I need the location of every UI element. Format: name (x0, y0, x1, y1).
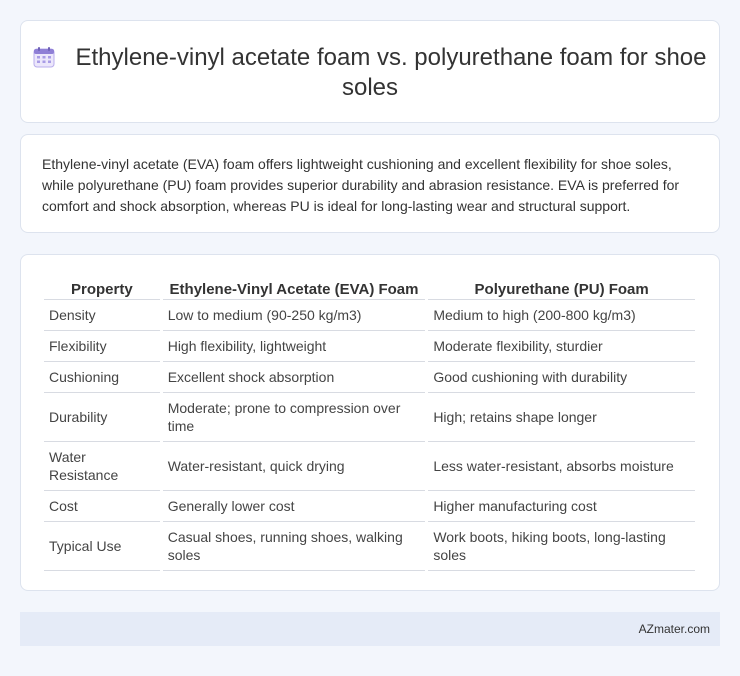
page-title: Ethylene-vinyl acetate foam vs. polyuret… (75, 44, 707, 101)
cell-pu: High; retains shape longer (428, 393, 695, 442)
cell-property: Density (44, 300, 160, 331)
cell-eva: Water-resistant, quick drying (162, 442, 426, 491)
calendar-icon (33, 47, 55, 68)
cell-property: Cost (44, 491, 160, 522)
table-row: Durability Moderate; prone to compressio… (44, 393, 695, 442)
header-property: Property (44, 275, 160, 300)
cell-eva: Generally lower cost (162, 491, 426, 522)
summary-text: Ethylene-vinyl acetate (EVA) foam offers… (42, 156, 680, 214)
cell-pu: Moderate flexibility, sturdier (428, 331, 695, 362)
footer-bar: AZmater.com (20, 612, 720, 646)
cell-eva: High flexibility, lightweight (162, 331, 426, 362)
page-title-wrap: Ethylene-vinyl acetate foam vs. polyuret… (21, 43, 719, 103)
comparison-card: Property Ethylene-Vinyl Acetate (EVA) Fo… (20, 254, 720, 591)
summary-card: Ethylene-vinyl acetate (EVA) foam offers… (20, 134, 720, 233)
header-pu: Polyurethane (PU) Foam (428, 275, 695, 300)
cell-property: Cushioning (44, 362, 160, 393)
footer-site-link[interactable]: AZmater.com (639, 622, 710, 636)
table-row: Typical Use Casual shoes, running shoes,… (44, 522, 695, 571)
title-card: Ethylene-vinyl acetate foam vs. polyuret… (20, 20, 720, 123)
cell-pu: Higher manufacturing cost (428, 491, 695, 522)
cell-pu: Good cushioning with durability (428, 362, 695, 393)
cell-property: Durability (44, 393, 160, 442)
cell-eva: Excellent shock absorption (162, 362, 426, 393)
table-row: Flexibility High flexibility, lightweigh… (44, 331, 695, 362)
table-header-row: Property Ethylene-Vinyl Acetate (EVA) Fo… (44, 275, 695, 300)
cell-eva: Casual shoes, running shoes, walking sol… (162, 522, 426, 571)
table-row: Water Resistance Water-resistant, quick … (44, 442, 695, 491)
cell-property: Flexibility (44, 331, 160, 362)
cell-eva: Low to medium (90-250 kg/m3) (162, 300, 426, 331)
cell-pu: Less water-resistant, absorbs moisture (428, 442, 695, 491)
header-eva: Ethylene-Vinyl Acetate (EVA) Foam (162, 275, 426, 300)
cell-pu: Work boots, hiking boots, long-lasting s… (428, 522, 695, 571)
cell-property: Water Resistance (44, 442, 160, 491)
table-row: Density Low to medium (90-250 kg/m3) Med… (44, 300, 695, 331)
table-row: Cost Generally lower cost Higher manufac… (44, 491, 695, 522)
cell-eva: Moderate; prone to compression over time (162, 393, 426, 442)
comparison-table: Property Ethylene-Vinyl Acetate (EVA) Fo… (41, 275, 698, 571)
cell-property: Typical Use (44, 522, 160, 571)
cell-pu: Medium to high (200-800 kg/m3) (428, 300, 695, 331)
table-row: Cushioning Excellent shock absorption Go… (44, 362, 695, 393)
